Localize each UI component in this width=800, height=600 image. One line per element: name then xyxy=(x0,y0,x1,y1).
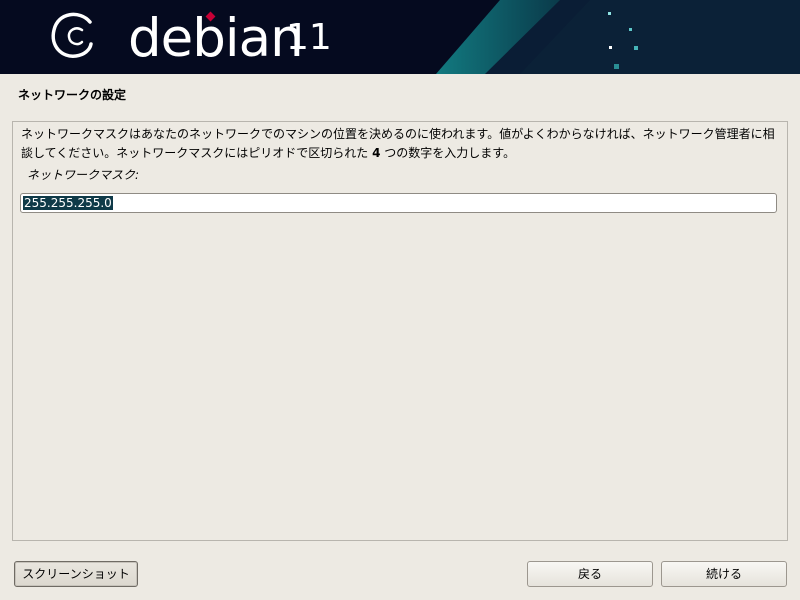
netmask-label: ネットワークマスク: xyxy=(27,168,140,182)
banner-artwork xyxy=(51,0,800,74)
debian-banner: debian 11 xyxy=(0,0,800,74)
debian-swirl-icon xyxy=(51,12,93,58)
netmask-input[interactable]: 255.255.255.0 xyxy=(20,193,777,213)
back-button[interactable]: 戻る xyxy=(527,561,653,587)
logo-text: debian xyxy=(128,8,304,69)
continue-button[interactable]: 続ける xyxy=(661,561,787,587)
version-number: 11 xyxy=(286,17,332,58)
description-text: ネットワークマスクはあなたのネットワークでのマシンの位置を決めるのに使われます。… xyxy=(21,125,779,163)
description-part: つの数字を入力します。 xyxy=(380,146,516,160)
netmask-input-value[interactable]: 255.255.255.0 xyxy=(23,196,113,210)
content-panel: ネットワークマスクはあなたのネットワークでのマシンの位置を決めるのに使われます。… xyxy=(12,121,788,541)
page-title: ネットワークの設定 xyxy=(18,88,127,102)
screenshot-button[interactable]: スクリーンショット xyxy=(14,561,138,587)
